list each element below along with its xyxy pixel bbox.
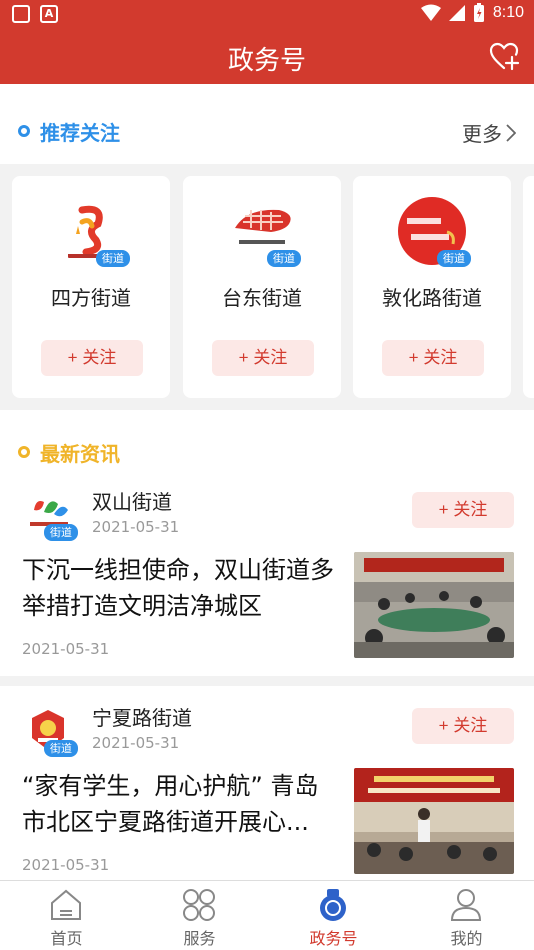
home-icon <box>51 889 81 920</box>
follow-button[interactable]: + 关注 <box>41 340 143 376</box>
news-thumbnail[interactable] <box>354 552 514 658</box>
app-notification-icon: A <box>40 5 58 23</box>
recommend-title: 推荐关注 <box>40 121 120 145</box>
follow-button[interactable]: + 关注 <box>412 492 514 528</box>
recommend-card[interactable]: 街道 台东街道 + 关注 <box>183 176 341 398</box>
tab-government[interactable]: 政务号 <box>267 881 400 950</box>
card-name: 台东街道 <box>222 286 302 310</box>
heart-plus-icon[interactable] <box>488 40 520 72</box>
app-header: 政务号 <box>0 28 534 84</box>
user-icon <box>450 889 482 921</box>
news-item[interactable]: 街道 宁夏路街道 2021-05-31 + 关注 “家有学生，用心护航” 青岛市… <box>0 696 534 880</box>
signal-icon <box>448 5 465 21</box>
news-section: 最新资讯 街道 双山街道 2021-05-31 + 关注 下沉一线担使命，双山街… <box>0 410 534 880</box>
news-item[interactable]: 街道 双山街道 2021-05-31 + 关注 下沉一线担使命，双山街道多举措打… <box>0 480 534 672</box>
recommend-section: 推荐关注 更多 街道 四方街道 + 关注 街道 台东街道 + 关注 街道 敦化路… <box>0 84 534 410</box>
government-badge-icon <box>320 889 346 921</box>
status-bar: A 8:10 <box>0 0 534 28</box>
street-tag: 街道 <box>96 250 130 267</box>
battery-icon <box>473 3 484 22</box>
tab-service[interactable]: 服务 <box>133 881 266 950</box>
recommend-card[interactable]: 街道 四方街道 + 关注 <box>12 176 170 398</box>
news-headline[interactable]: 下沉一线担使命，双山街道多举措打造文明洁净城区 <box>22 552 338 624</box>
recommend-card-partial[interactable] <box>523 176 534 398</box>
more-label: 更多 <box>462 122 502 146</box>
source-name: 宁夏路街道 <box>92 706 192 730</box>
divider <box>0 676 534 686</box>
news-title: 最新资讯 <box>40 442 120 466</box>
news-date: 2021-05-31 <box>22 856 110 874</box>
bottom-tab-bar: 首页 服务 政务号 我的 <box>0 880 534 950</box>
service-grid-icon <box>183 889 215 921</box>
follow-button[interactable]: + 关注 <box>412 708 514 744</box>
card-name: 敦化路街道 <box>382 286 482 310</box>
card-name: 四方街道 <box>51 286 131 310</box>
street-tag: 街道 <box>44 524 78 541</box>
wifi-icon <box>420 4 441 21</box>
news-thumbnail[interactable] <box>354 768 514 874</box>
news-headline[interactable]: “家有学生，用心护航” 青岛市北区宁夏路街道开展心... <box>22 768 338 840</box>
street-tag: 街道 <box>44 740 78 757</box>
chevron-right-icon <box>506 123 516 142</box>
page-title: 政务号 <box>227 46 306 76</box>
source-name: 双山街道 <box>92 490 172 514</box>
section-dot-icon <box>18 125 30 137</box>
source-date: 2021-05-31 <box>92 734 180 752</box>
section-dot-icon <box>18 446 30 458</box>
recommend-header: 推荐关注 更多 <box>0 84 534 164</box>
tab-label: 政务号 <box>309 929 358 948</box>
tab-label: 服务 <box>183 929 216 948</box>
tab-profile[interactable]: 我的 <box>400 881 533 950</box>
recommend-card[interactable]: 街道 敦化路街道 + 关注 <box>353 176 511 398</box>
news-date: 2021-05-31 <box>22 640 110 658</box>
source-date: 2021-05-31 <box>92 518 180 536</box>
clock: 8:10 <box>492 4 524 21</box>
follow-button[interactable]: + 关注 <box>382 340 484 376</box>
tab-label: 首页 <box>50 929 83 948</box>
notification-icon <box>12 5 30 23</box>
tab-label: 我的 <box>450 929 483 948</box>
more-link[interactable]: 更多 <box>462 118 516 147</box>
follow-button[interactable]: + 关注 <box>212 340 314 376</box>
street-tag: 街道 <box>267 250 301 267</box>
tab-home[interactable]: 首页 <box>0 881 133 950</box>
street-tag: 街道 <box>437 250 471 267</box>
